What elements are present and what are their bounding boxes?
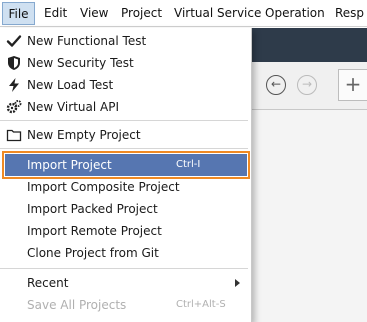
menu-file[interactable]: File [2,2,35,25]
shield-icon [6,55,22,71]
gears-icon [6,99,22,115]
menu-edit[interactable]: Edit [44,6,67,20]
menu-project[interactable]: Project [121,6,162,20]
menu-item-import-composite-project[interactable]: Import Composite Project [0,176,252,198]
menu-separator [0,268,248,269]
header-band [240,28,367,62]
menu-item-import-packed-project[interactable]: Import Packed Project [0,198,252,220]
menu-item-new-virtual-api[interactable]: New Virtual API [0,96,252,118]
menu-item-import-remote-project[interactable]: Import Remote Project [0,220,252,242]
menu-operation[interactable]: Operation [265,6,325,20]
submenu-arrow-icon [235,279,240,287]
menu-item-new-functional-test[interactable]: New Functional Test [0,30,252,52]
menu-virtual-service[interactable]: Virtual Service [174,6,261,20]
menu-item-clone-project-from-git[interactable]: Clone Project from Git [0,242,252,264]
menu-item-new-empty-project[interactable]: New Empty Project [0,124,252,146]
menu-response[interactable]: Resp [335,6,364,20]
menu-item-save-all-projects: Save All Projects Ctrl+Alt-S [27,298,226,312]
menu-bar: File Edit View Project Virtual Service O… [0,0,367,27]
menu-item-recent[interactable]: Recent [0,272,252,294]
file-menu: New Functional Test New Security Test Ne… [0,28,252,322]
menu-item-new-security-test[interactable]: New Security Test [0,52,252,74]
menu-separator [0,120,248,121]
menu-separator [0,148,248,149]
menu-item-new-load-test[interactable]: New Load Test [0,74,252,96]
checkmark-icon [6,33,22,49]
new-button[interactable]: + [338,69,367,101]
lightning-icon [6,77,22,93]
back-button[interactable]: ← [266,75,286,95]
menu-view[interactable]: View [80,6,108,20]
folder-icon [6,127,22,143]
menu-item-import-project[interactable]: Import Project Ctrl-I [0,151,252,179]
forward-button[interactable]: → [297,75,317,95]
